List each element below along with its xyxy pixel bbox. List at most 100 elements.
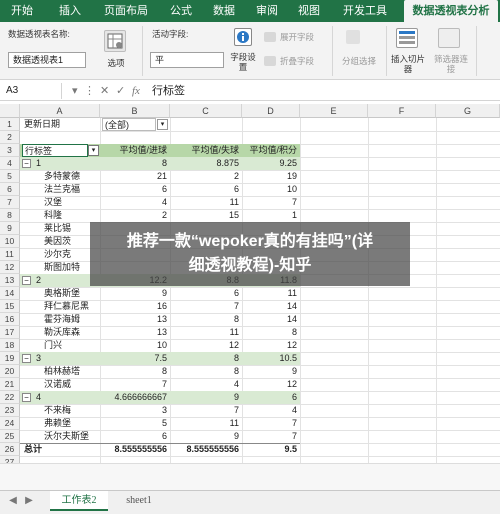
pivot-value-cell[interactable]: 9 — [170, 391, 242, 404]
row-header[interactable]: 12 — [0, 261, 20, 274]
horizontal-scroll-area[interactable] — [0, 463, 500, 490]
tab-developer[interactable]: 开发工具 — [334, 0, 396, 22]
pivot-value-cell[interactable]: 4 — [242, 404, 300, 417]
options-button[interactable]: 选项 — [104, 58, 128, 68]
row-header[interactable]: 23 — [0, 404, 20, 417]
row-header[interactable]: 17 — [0, 326, 20, 339]
collapse-toggle-icon[interactable]: − — [22, 276, 31, 285]
row-label-filter-icon[interactable]: ▾ — [88, 145, 99, 156]
pivot-value-cell[interactable]: 6 — [100, 430, 170, 443]
pivot-value-cell[interactable]: 14 — [242, 313, 300, 326]
insert-slicer-button[interactable]: 插入切片器 — [390, 54, 426, 74]
pivot-value-cell[interactable]: 8 — [100, 157, 170, 170]
pivot-value-cell[interactable]: 16 — [100, 300, 170, 313]
pivot-value-cell[interactable]: 7 — [242, 196, 300, 209]
sheet-tab-sheet1[interactable]: sheet1 — [112, 491, 166, 511]
pivot-value-cell[interactable]: 14 — [242, 300, 300, 313]
pivot-value-cell[interactable]: 11 — [170, 417, 242, 430]
pivot-value-cell[interactable]: 2 — [100, 209, 170, 222]
options-icon[interactable] — [104, 30, 126, 52]
pivot-item-label[interactable]: 不来梅 — [44, 404, 100, 417]
prev-sheet-icon[interactable]: ◀ — [6, 491, 20, 511]
name-box[interactable]: A3 — [2, 83, 62, 99]
pivot-value-cell[interactable]: 8 — [170, 352, 242, 365]
filter-value[interactable]: (全部) — [102, 118, 156, 131]
select-all-corner[interactable] — [0, 104, 20, 118]
pivot-value-cell[interactable]: 12 — [242, 339, 300, 352]
pivot-item-label[interactable]: 汉堡 — [44, 196, 100, 209]
row-header[interactable]: 21 — [0, 378, 20, 391]
enter-icon[interactable]: ✓ — [116, 83, 125, 99]
col-header-e[interactable]: E — [300, 104, 368, 118]
row-header[interactable]: 26 — [0, 443, 20, 456]
filter-dropdown-icon[interactable]: ▾ — [157, 119, 168, 130]
pivot-value-cell[interactable]: 10.5 — [242, 352, 300, 365]
pivot-value-cell[interactable]: 10 — [100, 339, 170, 352]
row-header[interactable]: 24 — [0, 417, 20, 430]
group-select-button[interactable]: 分组选择 — [338, 56, 380, 66]
collapse-toggle-icon[interactable]: − — [22, 393, 31, 402]
col-header-a[interactable]: A — [20, 104, 100, 118]
pivot-value-cell[interactable]: 8.555555556 — [100, 443, 170, 456]
pivot-item-label[interactable]: 拜仁慕尼黑 — [44, 300, 100, 313]
row-header[interactable]: 20 — [0, 365, 20, 378]
pivot-value-cell[interactable]: 4 — [100, 196, 170, 209]
pivot-value-cell[interactable]: 12 — [170, 339, 242, 352]
pivot-group-label[interactable]: 2 — [36, 274, 96, 287]
pivot-item-label[interactable]: 弗赖堡 — [44, 417, 100, 430]
pivot-value-cell[interactable]: 4 — [170, 378, 242, 391]
pivot-value-cell[interactable]: 9.25 — [242, 157, 300, 170]
pivot-value-cell[interactable]: 10 — [242, 183, 300, 196]
pivot-value-cell[interactable]: 11 — [242, 287, 300, 300]
pivot-value-cell[interactable]: 21 — [100, 170, 170, 183]
field-settings-button[interactable]: 字段设置 — [228, 52, 258, 72]
pivot-item-label[interactable]: 柏林赫塔 — [44, 365, 100, 378]
row-header[interactable]: 13 — [0, 274, 20, 287]
pivot-value-cell[interactable]: 6 — [170, 287, 242, 300]
pivot-item-label[interactable]: 门兴 — [44, 339, 100, 352]
pivot-value-cell[interactable]: 6 — [100, 183, 170, 196]
pivot-value-cell[interactable]: 13 — [100, 313, 170, 326]
pivot-value-cell[interactable]: 6 — [242, 391, 300, 404]
row-header[interactable]: 3 — [0, 144, 20, 157]
row-header[interactable]: 7 — [0, 196, 20, 209]
next-sheet-icon[interactable]: ▶ — [22, 491, 36, 511]
pivot-value-cell[interactable]: 13 — [100, 326, 170, 339]
row-header[interactable]: 19 — [0, 352, 20, 365]
row-header[interactable]: 10 — [0, 235, 20, 248]
pivot-value-cell[interactable]: 9 — [170, 430, 242, 443]
formula-content[interactable]: 行标签 — [152, 83, 185, 99]
pivot-item-label[interactable]: 奥格斯堡 — [44, 287, 100, 300]
expand-field-button[interactable]: 展开字段 — [280, 32, 324, 42]
pivot-value-cell[interactable]: 4.666666667 — [100, 391, 170, 404]
pivot-value-cell[interactable]: 8 — [170, 365, 242, 378]
col-header-f[interactable]: F — [368, 104, 436, 118]
col-header-c[interactable]: C — [170, 104, 242, 118]
row-header[interactable]: 14 — [0, 287, 20, 300]
pivot-item-label[interactable]: 科隆 — [44, 209, 100, 222]
field-settings-icon[interactable] — [234, 28, 252, 46]
pivot-value-cell[interactable]: 7 — [100, 378, 170, 391]
tab-home[interactable]: 开始 — [4, 0, 40, 22]
tab-data[interactable]: 数据 — [206, 0, 242, 22]
pivot-value-cell[interactable]: 7 — [170, 404, 242, 417]
pivot-row-label-header[interactable]: 行标签 — [22, 144, 88, 157]
pivot-item-label[interactable]: 汉诺威 — [44, 378, 100, 391]
pivot-value-cell[interactable]: 19 — [242, 170, 300, 183]
collapse-field-button[interactable]: 折叠字段 — [280, 56, 324, 66]
row-header[interactable]: 4 — [0, 157, 20, 170]
pivot-value-cell[interactable]: 8 — [100, 365, 170, 378]
collapse-toggle-icon[interactable]: − — [22, 354, 31, 363]
row-header[interactable]: 15 — [0, 300, 20, 313]
pivot-item-label[interactable]: 霍芬海姆 — [44, 313, 100, 326]
pivot-total-label[interactable]: 总计 — [24, 443, 98, 456]
row-header[interactable]: 18 — [0, 339, 20, 352]
tab-formulas[interactable]: 公式 — [164, 0, 198, 22]
pivot-value-cell[interactable]: 8.555555556 — [170, 443, 242, 456]
pivot-value-cell[interactable]: 7 — [242, 417, 300, 430]
row-header[interactable]: 2 — [0, 131, 20, 144]
pivot-value-cell[interactable]: 1 — [242, 209, 300, 222]
tab-pivottable-analyze[interactable]: 数据透视表分析 — [404, 0, 498, 22]
pivot-value-cell[interactable]: 7 — [170, 300, 242, 313]
active-field-input[interactable]: 平 — [150, 52, 224, 68]
